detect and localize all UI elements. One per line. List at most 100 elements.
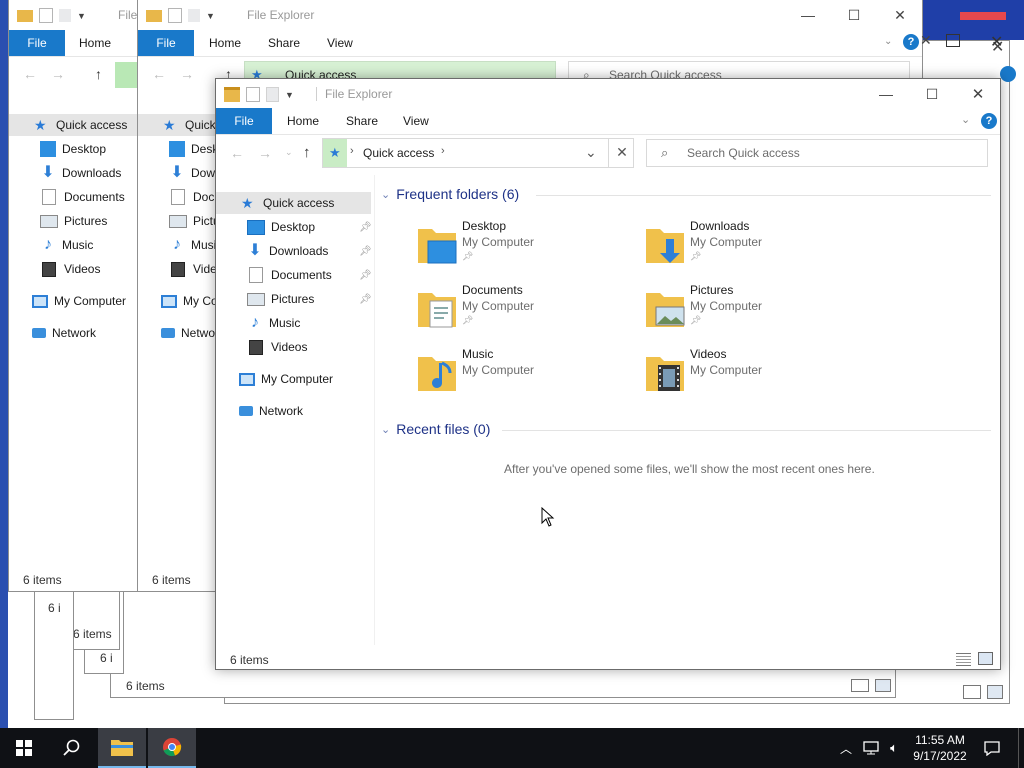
maximize-button[interactable]: ☐ bbox=[831, 0, 877, 30]
close-icon[interactable]: ✕ bbox=[990, 32, 1003, 52]
tab-share[interactable]: Share bbox=[268, 30, 300, 56]
tab-file[interactable]: File bbox=[216, 108, 272, 134]
nav-item-music[interactable]: ♪ Musi bbox=[169, 234, 216, 256]
new-folder-icon[interactable] bbox=[59, 9, 71, 22]
nav-item-desktop[interactable]: Desk bbox=[169, 138, 218, 160]
back-button[interactable]: ← bbox=[152, 66, 166, 82]
pin-icon[interactable]: 📌︎ bbox=[359, 222, 372, 233]
tab-home[interactable]: Home bbox=[79, 30, 111, 56]
volume-tray-icon[interactable]: 🔈︎ bbox=[884, 728, 904, 768]
back-button[interactable]: ← bbox=[23, 66, 37, 82]
nav-item-downloads[interactable]: ⬇ Dow bbox=[169, 162, 215, 184]
tab-view[interactable]: View bbox=[403, 108, 429, 134]
start-button[interactable] bbox=[0, 728, 48, 768]
nav-item-quick-access[interactable]: ★ Quick access bbox=[34, 114, 127, 136]
pin-icon[interactable]: 📌︎ bbox=[359, 270, 372, 281]
show-desktop-button[interactable] bbox=[1018, 728, 1024, 768]
nav-item-pictures[interactable]: Pictu bbox=[169, 210, 220, 232]
minimize-button[interactable]: — bbox=[863, 79, 909, 109]
tab-view[interactable]: View bbox=[327, 30, 353, 56]
folder-tile-pictures[interactable]: Pictures My Computer 📌︎ bbox=[644, 283, 864, 339]
taskbar-app-file-explorer[interactable] bbox=[98, 728, 146, 768]
nav-item-my-computer[interactable]: My Co bbox=[161, 290, 218, 312]
forward-button[interactable]: → bbox=[51, 66, 65, 82]
main-window[interactable]: ▼ File Explorer — ☐ ✕ File Home Share Vi… bbox=[215, 78, 1001, 670]
help-icon[interactable]: ? bbox=[903, 34, 919, 50]
pin-icon[interactable]: 📌︎ bbox=[359, 246, 372, 257]
properties-icon[interactable] bbox=[168, 8, 182, 23]
address-quick-access-icon[interactable] bbox=[115, 62, 139, 88]
nav-item-music[interactable]: ♪ Music bbox=[40, 234, 93, 256]
up-button[interactable]: ↑ bbox=[303, 144, 311, 161]
new-folder-icon[interactable] bbox=[188, 9, 200, 22]
view-details-icon[interactable] bbox=[956, 653, 971, 666]
address-bar[interactable]: ★ › Quick access › ⌄ bbox=[322, 138, 634, 168]
breadcrumb-separator-icon[interactable]: › bbox=[350, 145, 354, 157]
network-tray-icon[interactable] bbox=[860, 728, 882, 768]
view-tiles-icon[interactable] bbox=[978, 652, 993, 665]
nav-item-network[interactable]: Network bbox=[239, 400, 303, 422]
close-button[interactable]: ✕ bbox=[877, 0, 922, 30]
nav-item-videos[interactable]: Vide bbox=[169, 258, 217, 280]
properties-icon[interactable] bbox=[246, 87, 260, 102]
folder-tile-documents[interactable]: Documents My Computer 📌︎ bbox=[416, 283, 636, 339]
recent-locations-chevron-icon[interactable]: ⌄ bbox=[285, 147, 293, 158]
forward-button[interactable]: → bbox=[180, 66, 194, 82]
nav-item-desktop[interactable]: Desktop bbox=[247, 216, 315, 238]
nav-item-documents[interactable]: Documents bbox=[247, 264, 332, 286]
chevron-down-icon[interactable]: ▼ bbox=[285, 90, 294, 100]
chevron-down-icon[interactable]: ▼ bbox=[206, 11, 215, 21]
folder-tile-desktop[interactable]: Desktop My Computer 📌︎ bbox=[416, 219, 636, 275]
clear-address-button[interactable]: ✕ bbox=[608, 138, 635, 168]
nav-item-documents[interactable]: Documents bbox=[40, 186, 125, 208]
nav-item-pictures[interactable]: Pictures bbox=[247, 288, 314, 310]
nav-item-quick-access[interactable]: ★ Quick bbox=[163, 114, 216, 136]
nav-item-videos[interactable]: Videos bbox=[247, 336, 307, 358]
nav-item-network[interactable]: Netwo bbox=[161, 322, 215, 344]
ribbon-expand-chevron-icon[interactable]: ⌄ bbox=[884, 36, 892, 47]
nav-item-my-computer[interactable]: My Computer bbox=[32, 290, 126, 312]
folder-tile-videos[interactable]: Videos My Computer bbox=[644, 347, 864, 403]
new-folder-icon[interactable] bbox=[266, 87, 279, 102]
clock[interactable]: 11:55 AM 9/17/2022 bbox=[906, 732, 974, 764]
folder-tile-music[interactable]: Music My Computer bbox=[416, 347, 636, 403]
address-dropdown-chevron-icon[interactable]: ⌄ bbox=[585, 144, 597, 161]
breadcrumb-separator-icon[interactable]: › bbox=[441, 145, 445, 157]
tab-share[interactable]: Share bbox=[346, 108, 378, 134]
nav-item-downloads[interactable]: ⬇ Downloads bbox=[247, 240, 328, 262]
tab-file[interactable]: File bbox=[9, 30, 65, 56]
folder-tile-downloads[interactable]: Downloads My Computer 📌︎ bbox=[644, 219, 864, 275]
view-details-icon[interactable] bbox=[851, 679, 869, 692]
nav-item-videos[interactable]: Videos bbox=[40, 258, 100, 280]
nav-item-network[interactable]: Network bbox=[32, 322, 96, 344]
action-center-button[interactable] bbox=[978, 728, 1006, 768]
back-button[interactable]: ← bbox=[230, 145, 244, 161]
nav-pane-divider[interactable] bbox=[374, 175, 375, 645]
properties-icon[interactable] bbox=[39, 8, 53, 23]
minimize-button[interactable]: — bbox=[785, 0, 831, 30]
taskbar-app-chrome[interactable] bbox=[148, 728, 196, 768]
view-details-icon[interactable] bbox=[963, 685, 981, 699]
search-input[interactable]: ⌕ Search Quick access bbox=[646, 139, 988, 167]
nav-item-downloads[interactable]: ⬇ Downloads bbox=[40, 162, 121, 184]
recent-files-header[interactable]: ⌄ Recent files (0) bbox=[381, 421, 490, 437]
back-window-1[interactable]: ▼ File File Home ← → ↑ ★ Quick access Des… bbox=[8, 0, 148, 592]
search-button[interactable] bbox=[48, 728, 96, 768]
close-button[interactable]: ✕ bbox=[955, 79, 1000, 109]
help-icon[interactable]: ? bbox=[981, 113, 997, 129]
address-text[interactable]: Quick access bbox=[363, 146, 434, 160]
pin-icon[interactable]: 📌︎ bbox=[359, 294, 372, 305]
help-icon-partial[interactable] bbox=[1000, 66, 1016, 82]
frequent-folders-header[interactable]: ⌄ Frequent folders (6) bbox=[381, 186, 519, 202]
ribbon-expand-chevron-icon[interactable]: ⌄ bbox=[961, 113, 970, 126]
chevron-down-icon[interactable]: ▼ bbox=[77, 11, 86, 21]
forward-button[interactable]: → bbox=[258, 145, 272, 161]
show-hidden-icons-chevron-icon[interactable]: ︿ bbox=[836, 728, 856, 768]
tab-home[interactable]: Home bbox=[209, 30, 241, 56]
nav-item-my-computer[interactable]: My Computer bbox=[239, 368, 333, 390]
maximize-icon[interactable] bbox=[946, 34, 960, 47]
view-tiles-icon[interactable] bbox=[875, 679, 891, 692]
nav-item-music[interactable]: ♪ Music bbox=[247, 312, 300, 334]
tab-file[interactable]: File bbox=[138, 30, 194, 56]
maximize-button[interactable]: ☐ bbox=[909, 79, 955, 109]
